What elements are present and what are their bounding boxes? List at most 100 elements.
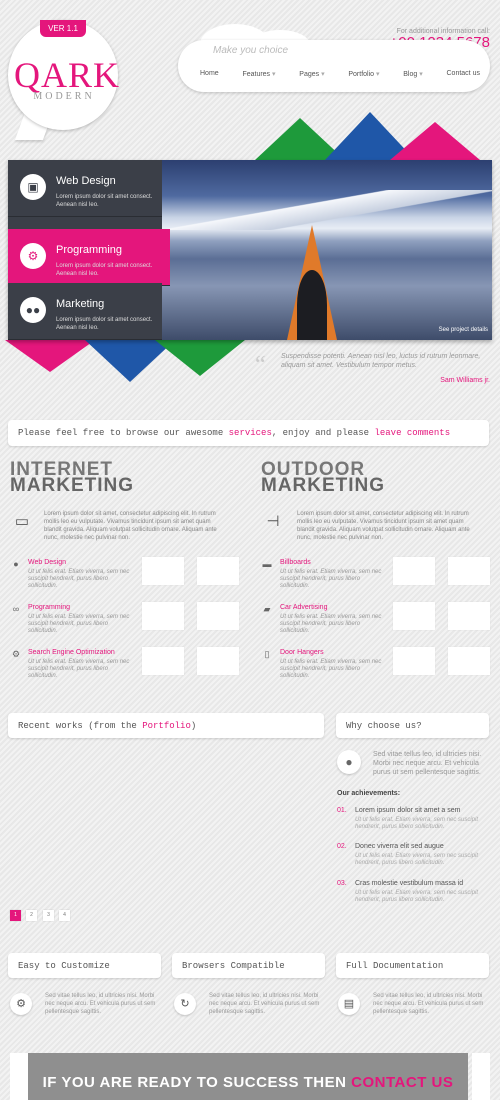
outdoor-marketing-title: OUTDOOR MARKETING	[261, 460, 386, 496]
service-title[interactable]: Web Design	[28, 559, 66, 566]
page-1[interactable]: 1	[10, 910, 21, 921]
comments-link[interactable]: leave comments	[374, 428, 450, 438]
nav-pages[interactable]: Pages	[299, 70, 324, 78]
contact-us-link[interactable]: CONTACT US	[351, 1074, 453, 1091]
service-tile	[197, 647, 239, 675]
tab-title: Marketing	[56, 298, 105, 310]
why-choose-box: Why choose us?	[336, 713, 489, 738]
slider-tab-programming[interactable]: ⚙ Programming Lorem ipsum dolor sit amet…	[8, 229, 170, 286]
feature-desc: Sed vitae tellus leo, id ultricies nisi.…	[373, 993, 484, 1015]
cta-text: IF YOU ARE READY TO SUCCESS THEN	[42, 1074, 352, 1091]
feature-box-customize: Easy to Customize	[8, 953, 161, 978]
service-tile	[448, 602, 490, 630]
triangle-decor	[5, 340, 95, 372]
nav-home[interactable]: Home	[200, 70, 219, 78]
tab-title: Web Design	[56, 175, 116, 187]
kayak-cockpit	[297, 270, 327, 340]
tab-desc: Lorem ipsum dolor sit amet consect. Aene…	[56, 317, 153, 331]
internet-text: Lorem ipsum dolor sit amet, consectetur …	[44, 511, 217, 541]
triangle-decor	[390, 122, 480, 160]
achievement-title: Lorem ipsum dolor sit amet a sem	[355, 807, 461, 814]
achievements-title: Our achievements:	[337, 790, 401, 797]
logo-name: QARK	[14, 55, 121, 95]
tab-desc: Lorem ipsum dolor sit amet consect. Aene…	[56, 263, 153, 277]
feature-title: Full Documentation	[346, 961, 444, 971]
services-link[interactable]: services	[229, 428, 272, 438]
why-text: Sed vitae tellus leo, id ultricies nisi.…	[373, 751, 482, 776]
slider-tab-web-design[interactable]: ▣ Web Design Lorem ipsum dolor sit amet …	[8, 160, 162, 217]
service-tile	[197, 557, 239, 585]
see-project-link[interactable]: See project details	[439, 327, 488, 333]
service-title[interactable]: Billboards	[280, 559, 311, 566]
nav-features[interactable]: Features	[242, 70, 275, 78]
service-desc: Ut ut felis erat. Etiam viverra, sem nec…	[28, 659, 130, 679]
achievement-num: 02.	[337, 843, 347, 850]
page-2[interactable]: 2	[26, 910, 37, 921]
service-tile	[393, 647, 435, 675]
cta-edge	[10, 1053, 28, 1100]
service-desc: Ut ut felis erat. Etiam viverra, sem nec…	[280, 614, 382, 634]
logo-subtitle: MODERN	[33, 91, 95, 102]
recent-title: )	[190, 721, 197, 731]
version-badge: VER 1.1	[40, 20, 86, 37]
service-title[interactable]: Search Engine Optimization	[28, 649, 115, 656]
feature-box-docs: Full Documentation	[336, 953, 489, 978]
document-icon: ▤	[338, 993, 360, 1015]
intro-text: Please feel free to browse our awesome	[18, 428, 229, 438]
service-tile	[448, 647, 490, 675]
title-line: MARKETING	[10, 475, 135, 496]
door-hanger-icon: ▯	[264, 649, 270, 659]
recent-title: Recent works (from the	[18, 721, 143, 731]
intro-text: , enjoy and please	[271, 428, 375, 438]
gear-icon: ⚙	[20, 243, 46, 269]
cta-banner: IF YOU ARE READY TO SUCCESS THEN CONTACT…	[28, 1053, 468, 1100]
users-icon: ●●	[20, 297, 46, 323]
service-tile	[393, 602, 435, 630]
internet-marketing-title: INTERNET MARKETING	[10, 460, 135, 496]
service-title[interactable]: Programming	[28, 604, 70, 611]
image-icon: ▣	[20, 174, 46, 200]
achievement-desc: Ut ut felis erat. Etiam viverra, sem nec…	[355, 853, 479, 866]
achievement-num: 01.	[337, 807, 347, 814]
service-title[interactable]: Car Advertising	[280, 604, 327, 611]
title-line: MARKETING	[261, 475, 386, 496]
tab-title: Programming	[56, 244, 123, 256]
nav-portfolio[interactable]: Portfolio	[348, 70, 379, 78]
signpost-icon: ⊣	[266, 513, 280, 530]
triangle-decor	[155, 340, 245, 376]
main-nav: Home Features Pages Portfolio Blog Conta…	[200, 70, 480, 78]
outdoor-text: Lorem ipsum dolor sit amet, consectetur …	[297, 511, 470, 541]
feature-title: Easy to Customize	[18, 961, 110, 971]
slider-tab-marketing[interactable]: ●● Marketing Lorem ipsum dolor sit amet …	[8, 283, 162, 340]
service-title[interactable]: Door Hangers	[280, 649, 324, 656]
page-3[interactable]: 3	[43, 910, 54, 921]
portfolio-link[interactable]: Portfolio	[142, 721, 191, 731]
service-desc: Ut ut felis erat. Etiam viverra, sem nec…	[28, 614, 130, 634]
service-tile	[197, 602, 239, 630]
service-tile	[142, 557, 184, 585]
seo-icon: ⚙	[11, 649, 21, 659]
feature-desc: Sed vitae tellus leo, id ultricies nisi.…	[45, 993, 156, 1015]
nav-blog[interactable]: Blog	[403, 70, 422, 78]
testimonial-author: Sam Williams jr.	[440, 377, 490, 384]
cta-edge	[472, 1053, 490, 1100]
slider-photo[interactable]	[162, 160, 492, 340]
bulb-icon: ●	[13, 559, 19, 569]
achievement-desc: Ut ut felis erat. Etiam viverra, sem nec…	[355, 817, 479, 830]
billboard-icon: ▬	[262, 559, 272, 569]
feature-title: Browsers Compatible	[182, 961, 285, 971]
achievement-num: 03.	[337, 880, 347, 887]
users-icon: ●	[337, 750, 361, 774]
achievement-desc: Ut ut felis erat. Etiam viverra, sem nec…	[355, 890, 479, 903]
feature-desc: Sed vitae tellus leo, id ultricies nisi.…	[209, 993, 320, 1015]
testimonial-text: Suspendisse potenti. Aenean nisl leo, lu…	[281, 353, 481, 369]
refresh-icon: ↻	[174, 993, 196, 1015]
page-4[interactable]: 4	[59, 910, 70, 921]
why-title: Why choose us?	[346, 721, 422, 731]
settings-icon: ⚙	[10, 993, 32, 1015]
quote-icon: “	[255, 352, 266, 378]
slogan: Make you choice	[213, 45, 289, 56]
service-desc: Ut ut felis erat. Etiam viverra, sem nec…	[280, 569, 382, 589]
monitor-icon: ▭	[14, 513, 30, 530]
nav-contact[interactable]: Contact us	[447, 70, 480, 78]
